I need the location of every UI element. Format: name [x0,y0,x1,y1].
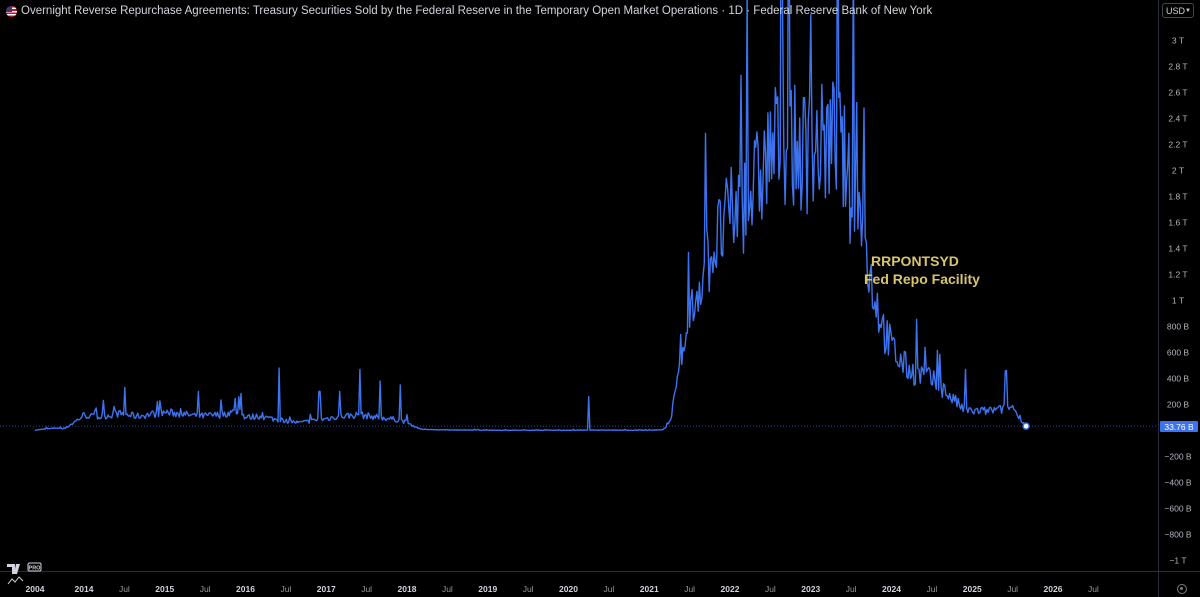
x-tick-label: 2020 [559,584,578,594]
chart-header: Overnight Reverse Repurchase Agreements:… [6,3,932,19]
annotation-symbol: RRPONTSYD [871,253,959,269]
x-tick-label: Jul [684,584,695,594]
currency-label: USD [1166,5,1186,16]
x-tick-label: 2016 [236,584,255,594]
y-tick-label: 3 T [1172,36,1184,46]
x-tick-label: 2024 [882,584,901,594]
y-tick-label: 800 B [1167,322,1190,332]
last-value-tag: 33.76 B [1160,421,1198,432]
x-tick-label: Jul [603,584,614,594]
x-tick-label: 2023 [801,584,820,594]
last-point-marker [1022,422,1030,430]
logo-badge: PRO [29,565,42,571]
currency-selector[interactable]: USD ▼ [1162,3,1194,18]
x-tick-label: Jul [280,584,291,594]
y-tick-label: 1 T [1172,296,1184,306]
y-tick-label: 2 T [1172,166,1184,176]
y-tick-label: 2.8 T [1168,62,1187,72]
x-tick-label: 2019 [478,584,497,594]
chart-title: Overnight Reverse Repurchase Agreements:… [21,5,933,17]
x-tick-label: Jul [846,584,857,594]
x-tick-label: Jul [1007,584,1018,594]
x-tick-label: 2021 [640,584,659,594]
y-tick-label: 2.4 T [1168,114,1187,124]
gear-icon[interactable] [1177,584,1187,594]
y-tick-label: 200 B [1167,400,1190,410]
x-tick-label: Jul [119,584,130,594]
x-tick-label: 2025 [963,584,982,594]
x-tick-label: Jul [926,584,937,594]
x-tick-label: 2014 [75,584,94,594]
y-tick-label: −200 B [1164,452,1192,462]
x-tick-label: 2017 [317,584,336,594]
y-tick-label: −400 B [1164,478,1192,488]
annotation-description: Fed Repo Facility [864,271,980,287]
y-tick-label: 1.4 T [1168,244,1187,254]
y-tick-label: 600 B [1167,348,1190,358]
chart-annotation: RRPONTSYD Fed Repo Facility [855,252,980,288]
y-tick-label: 1.2 T [1168,270,1187,280]
us-flag-icon [6,5,17,17]
x-tick-label: Jul [1088,584,1099,594]
x-tick-label: Jul [523,584,534,594]
y-tick-label: 2.2 T [1168,140,1187,150]
y-tick-label: −600 B [1164,504,1192,514]
x-tick-label: Jul [361,584,372,594]
x-tick-label: 2018 [398,584,417,594]
x-tick-label: 2022 [721,584,740,594]
y-tick-label: 1.6 T [1168,218,1187,228]
last-value-label: 33.76 B [1164,421,1194,432]
x-tick-label: Jul [765,584,776,594]
chevron-down-icon: ▼ [1185,7,1191,14]
x-tick-label: Jul [200,584,211,594]
tradingview-logo-icon[interactable]: PRO [6,560,50,586]
y-tick-label: 1.8 T [1168,192,1187,202]
x-tick-label: 2015 [155,584,174,594]
x-tick-label: Jul [442,584,453,594]
y-tick-label: 400 B [1167,374,1190,384]
y-tick-label: −800 B [1164,530,1192,540]
y-tick-label: −1 T [1169,556,1186,566]
y-tick-label: 2.6 T [1168,88,1187,98]
chart-area[interactable]: 3 T 2.8 T 2.6 T 2.4 T 2.2 T 2 T 1.8 T 1.6 T 1.4 … [0,0,1200,597]
x-tick-label: 2026 [1044,584,1063,594]
series-line[interactable] [34,0,1027,432]
